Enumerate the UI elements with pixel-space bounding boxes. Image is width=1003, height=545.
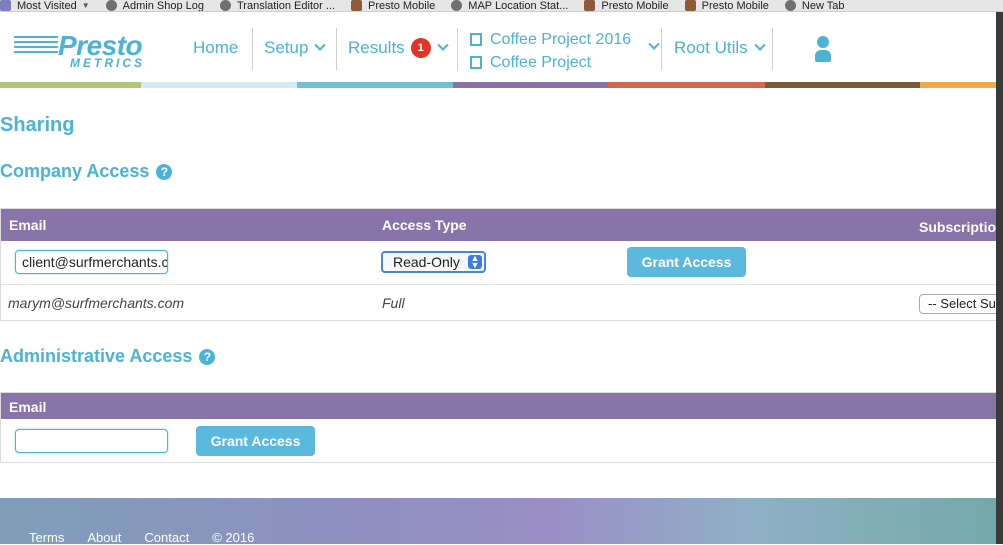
page-title: Sharing xyxy=(0,114,75,136)
nav-results[interactable]: Results 1 xyxy=(348,28,449,68)
grant-access-button[interactable]: Grant Access xyxy=(196,426,315,456)
nav-home[interactable]: Home xyxy=(193,28,238,68)
chevron-down-icon xyxy=(437,39,449,51)
page-footer: Terms About Contact © 2016 xyxy=(0,498,1003,545)
admin-email-input[interactable] xyxy=(15,429,168,453)
band-segment xyxy=(141,82,297,88)
window-scrollbar[interactable] xyxy=(996,12,1003,544)
brand-color-band xyxy=(0,82,1003,88)
bookmark-item[interactable]: Admin Shop Log xyxy=(105,0,204,11)
footer-copyright: © 2016 xyxy=(212,530,255,545)
nav-divider xyxy=(252,28,253,70)
access-type-select[interactable]: Read-Only ▲ ▼ xyxy=(381,251,486,273)
company-access-heading: Company Access ? xyxy=(0,161,173,182)
speed-lines-icon xyxy=(13,36,59,58)
nav-divider xyxy=(661,28,662,70)
nav-divider xyxy=(457,28,458,70)
project-selector[interactable]: Coffee Project 2016 Coffee Project xyxy=(470,28,660,74)
chevron-down-icon: ▼ xyxy=(81,1,90,10)
administrative-access-table: Email Grant Access xyxy=(0,392,1003,463)
band-segment xyxy=(297,82,453,88)
company-access-table: Email Access Type Subscription client@su… xyxy=(0,208,1003,321)
bookmark-item[interactable]: Presto Mobile xyxy=(684,0,769,11)
building-icon xyxy=(470,33,482,46)
presto-favicon-icon xyxy=(584,0,596,11)
band-segment xyxy=(453,82,608,88)
table-row: marym@surfmerchants.com Full -- Select S… xyxy=(1,285,1003,321)
table-row-new-admin: Grant Access xyxy=(1,419,1003,463)
presto-favicon-icon xyxy=(351,0,363,11)
bookmarks-bar: Most Visited ▼ Admin Shop Log Translatio… xyxy=(0,0,1003,12)
globe-icon xyxy=(451,0,463,11)
band-segment xyxy=(0,82,141,88)
presto-metrics-logo[interactable]: Presto METRICS xyxy=(13,30,174,74)
nav-root-utils[interactable]: Root Utils xyxy=(674,28,766,68)
table-header: Email xyxy=(1,393,1003,419)
table-header: Email Access Type Subscription xyxy=(1,209,1003,241)
nav-divider xyxy=(772,28,773,70)
footer-link-contact[interactable]: Contact xyxy=(144,530,189,545)
globe-icon xyxy=(105,0,117,11)
globe-icon xyxy=(784,0,796,11)
company-email-input[interactable]: client@surfmerchants.c xyxy=(15,250,168,274)
subscription-select[interactable]: -- Select Su xyxy=(919,294,1003,314)
results-count-badge: 1 xyxy=(410,38,431,58)
presto-favicon-icon xyxy=(684,0,696,11)
row-email: marym@surfmerchants.com xyxy=(8,295,185,311)
chevron-down-icon xyxy=(754,39,766,51)
band-segment xyxy=(920,82,1003,88)
footer-link-terms[interactable]: Terms xyxy=(29,530,64,545)
grant-access-button[interactable]: Grant Access xyxy=(627,247,746,277)
chevron-down-icon xyxy=(314,39,327,51)
bookmark-item[interactable]: MAP Location Stat... xyxy=(451,0,568,11)
band-segment xyxy=(608,82,765,88)
footer-link-about[interactable]: About xyxy=(87,530,121,545)
nav-divider xyxy=(336,28,337,70)
top-nav: Presto METRICS Home Setup Results 1 Coff… xyxy=(0,12,1003,82)
band-segment xyxy=(765,82,920,88)
row-access-type: Full xyxy=(382,295,405,311)
bookmark-item[interactable]: Presto Mobile xyxy=(584,0,669,11)
clipboard-icon xyxy=(470,56,482,69)
nav-setup[interactable]: Setup xyxy=(264,28,327,68)
bookmark-item[interactable]: Translation Editor ... xyxy=(219,0,335,11)
user-icon[interactable] xyxy=(815,36,831,62)
select-arrows-icon: ▲ ▼ xyxy=(468,254,482,270)
bookmark-item[interactable]: New Tab xyxy=(784,0,845,11)
bookmark-most-visited[interactable]: Most Visited ▼ xyxy=(0,0,90,11)
help-icon[interactable]: ? xyxy=(156,163,173,180)
bookmark-item[interactable]: Presto Mobile xyxy=(351,0,435,11)
administrative-access-heading: Administrative Access ? xyxy=(0,346,216,367)
globe-icon xyxy=(219,0,231,11)
help-icon[interactable]: ? xyxy=(199,348,216,365)
most-visited-icon xyxy=(0,0,11,11)
table-row-new-access: client@surfmerchants.c Read-Only ▲ ▼ Gran… xyxy=(1,241,1003,285)
